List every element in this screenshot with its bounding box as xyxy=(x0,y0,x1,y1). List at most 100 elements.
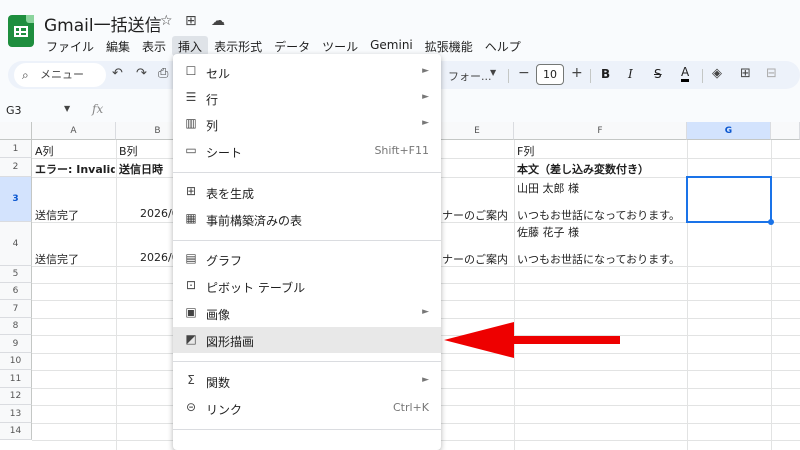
column-header-g[interactable]: G xyxy=(687,122,771,140)
cell-e3[interactable]: ナーのご案内 xyxy=(442,207,514,223)
cell-b4[interactable]: 2026/0 xyxy=(140,251,173,264)
row-header-14[interactable]: 14 xyxy=(0,423,32,440)
row-header-8[interactable]: 8 xyxy=(0,318,32,335)
italic-button[interactable]: I xyxy=(628,67,633,81)
search-label: メニュー xyxy=(40,68,84,81)
cell-a1[interactable]: A列 xyxy=(35,143,115,159)
star-icon[interactable]: ☆ xyxy=(160,13,173,29)
cell-f4-line2[interactable]: いつもお世話になっております。 xyxy=(517,251,685,267)
menu-item-label: 図形描画 xyxy=(206,335,255,349)
menu-item-function[interactable]: Σ 関数 ► xyxy=(173,368,441,394)
link-icon: ⊝ xyxy=(185,400,197,414)
menu-item-sheet[interactable]: ▭ シート Shift+F11 xyxy=(173,138,441,164)
row-header-2[interactable]: 2 xyxy=(0,158,32,177)
cell-f3-line1[interactable]: 山田 太郎 様 xyxy=(517,180,685,196)
menu-search-button[interactable]: ⌕ メニュー xyxy=(14,63,106,87)
cell-f2[interactable]: 本文（差し込み変数付き） xyxy=(517,161,685,177)
cell-b1[interactable]: B列 xyxy=(119,143,173,159)
row-header-6[interactable]: 6 xyxy=(0,283,32,300)
menu-help[interactable]: ヘルプ xyxy=(479,36,527,56)
row-icon: ☰ xyxy=(185,90,197,104)
menu-item-column[interactable]: ▥ 列 ► xyxy=(173,111,441,137)
submenu-arrow-icon: ► xyxy=(422,307,429,317)
menu-view[interactable]: 表示 xyxy=(136,36,172,56)
font-dropdown-icon[interactable]: ▼ xyxy=(490,68,496,77)
text-color-button[interactable]: A xyxy=(681,65,690,82)
cell-a3[interactable]: 送信完了 xyxy=(35,207,115,223)
menu-data[interactable]: データ xyxy=(268,36,316,56)
gridline xyxy=(116,140,117,450)
menu-item-chart[interactable]: ▤ グラフ xyxy=(173,246,441,272)
font-size-decrease-button[interactable]: − xyxy=(518,65,530,81)
borders-icon[interactable]: ⊞ xyxy=(740,66,751,81)
move-folder-icon[interactable]: ⊞ xyxy=(185,13,197,29)
font-select[interactable]: フォー... xyxy=(448,68,492,84)
font-size-increase-button[interactable]: + xyxy=(571,65,583,81)
menu-tools[interactable]: ツール xyxy=(316,36,364,56)
menu-item-image[interactable]: ▣ 画像 ► xyxy=(173,300,441,326)
fill-color-icon[interactable]: ◈ xyxy=(712,66,722,81)
name-box-dropdown-icon[interactable]: ▼ xyxy=(64,104,70,113)
sheets-logo-icon[interactable] xyxy=(8,15,34,47)
column-header-f[interactable]: F xyxy=(514,122,687,140)
menu-item-generate-table[interactable]: ⊞ 表を生成 xyxy=(173,179,441,205)
bold-button[interactable]: B xyxy=(601,67,610,81)
cell-b3[interactable]: 2026/0 xyxy=(140,207,173,220)
document-title[interactable]: Gmail一括送信 xyxy=(44,11,162,36)
menu-insert[interactable]: 挿入 xyxy=(172,36,209,56)
font-size-input[interactable]: 10 xyxy=(536,64,564,85)
merge-cells-icon[interactable]: ⊟ xyxy=(766,66,777,81)
column-header-e[interactable]: E xyxy=(441,122,514,140)
row-header-13[interactable]: 13 xyxy=(0,405,32,423)
name-box[interactable]: G3 xyxy=(6,104,22,117)
menu-extensions[interactable]: 拡張機能 xyxy=(419,36,479,56)
row-header-5[interactable]: 5 xyxy=(0,266,32,283)
menu-item-row[interactable]: ☰ 行 ► xyxy=(173,85,441,111)
column-header-h[interactable] xyxy=(771,122,800,140)
row-header-11[interactable]: 11 xyxy=(0,370,32,388)
sheet-icon: ▭ xyxy=(185,143,197,157)
cell-f1[interactable]: F列 xyxy=(517,143,685,159)
search-icon: ⌕ xyxy=(22,68,29,82)
menu-item-link[interactable]: ⊝ リンク Ctrl+K xyxy=(173,395,441,421)
cell-f3-line2[interactable]: いつもお世話になっております。 xyxy=(517,207,685,223)
row-header-3[interactable]: 3 xyxy=(0,177,32,222)
row-header-1[interactable]: 1 xyxy=(0,140,32,158)
menu-item-prebuilt-table[interactable]: ▦ 事前構築済みの表 xyxy=(173,206,441,232)
row-header-9[interactable]: 9 xyxy=(0,335,32,353)
cloud-status-icon[interactable]: ☁ xyxy=(211,13,225,29)
row-header-10[interactable]: 10 xyxy=(0,353,32,370)
cell-b2[interactable]: 送信日時 xyxy=(119,161,173,177)
menu-file[interactable]: ファイル xyxy=(40,36,100,56)
menu-item-drawing[interactable]: ◩ 図形描画 xyxy=(173,327,441,353)
cell-e4[interactable]: ナーのご案内 xyxy=(442,251,514,267)
menu-format[interactable]: 表示形式 xyxy=(208,36,268,56)
menu-item-cell[interactable]: ☐ セル ► xyxy=(173,59,441,85)
row-header-4[interactable]: 4 xyxy=(0,222,32,266)
print-icon[interactable]: ⎙ xyxy=(158,66,168,81)
menu-item-pivot-table[interactable]: ⊡ ピボット テーブル xyxy=(173,273,441,299)
cell-a2[interactable]: エラー: Invalid e xyxy=(35,161,115,177)
toolbar-divider xyxy=(702,69,703,83)
fill-handle[interactable] xyxy=(768,219,774,225)
selected-cell-g3[interactable] xyxy=(686,176,772,223)
column-header-a[interactable]: A xyxy=(32,122,116,140)
row-header-12[interactable]: 12 xyxy=(0,388,32,405)
row-header-7[interactable]: 7 xyxy=(0,300,32,318)
redo-icon[interactable]: ↷ xyxy=(136,66,147,81)
strikethrough-button[interactable]: S xyxy=(654,67,662,81)
submenu-arrow-icon: ► xyxy=(422,375,429,385)
cell-f4-line1[interactable]: 佐藤 花子 様 xyxy=(517,224,685,240)
fx-icon: fx xyxy=(92,102,104,116)
menu-gemini[interactable]: Gemini xyxy=(364,36,419,56)
submenu-arrow-icon: ► xyxy=(422,92,429,102)
generate-table-icon: ⊞ xyxy=(185,184,197,198)
menu-item-label: シート xyxy=(206,146,243,160)
menu-edit[interactable]: 編集 xyxy=(100,36,136,56)
undo-icon[interactable]: ↶ xyxy=(112,66,123,81)
menu-item-label: 画像 xyxy=(206,308,231,322)
select-all-corner[interactable] xyxy=(0,122,32,140)
cell-a4[interactable]: 送信完了 xyxy=(35,251,115,267)
menu-divider xyxy=(173,240,441,241)
menu-item-label: セル xyxy=(206,67,231,81)
